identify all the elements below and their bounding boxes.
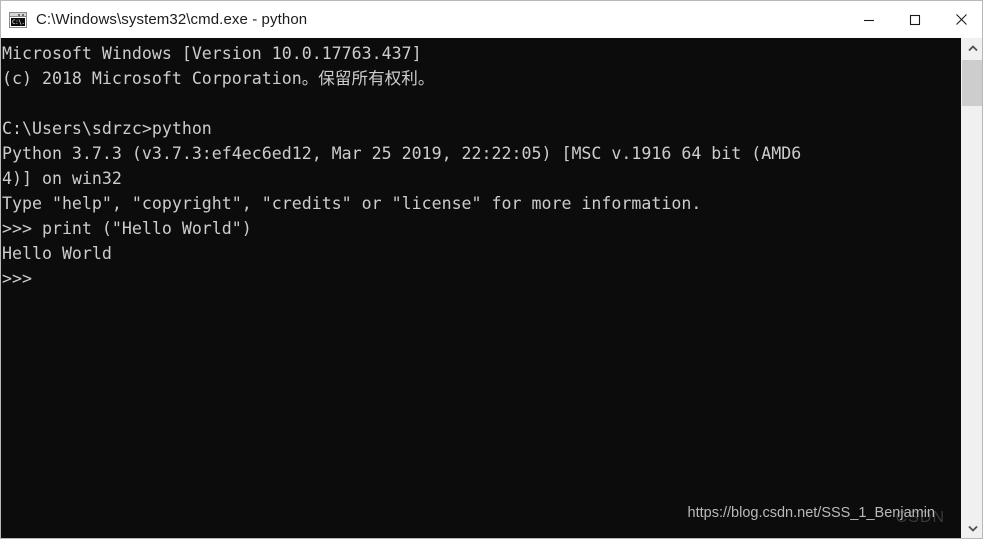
cmd-icon-screen: C:\. (11, 17, 25, 26)
maximize-button[interactable] (892, 1, 938, 38)
title-bar-left: C:\. C:\Windows\system32\cmd.exe - pytho… (1, 11, 846, 28)
scroll-up-button[interactable] (962, 38, 982, 58)
console-line: >>> print ("Hello World") (2, 219, 252, 238)
console-line: Python 3.7.3 (v3.7.3:ef4ec6ed12, Mar 25 … (2, 144, 802, 163)
console-line: >>> (2, 269, 32, 288)
window-controls (846, 1, 982, 38)
console-line: (c) 2018 Microsoft Corporation。保留所有权利。 (2, 69, 435, 88)
console-output-area[interactable]: Microsoft Windows [Version 10.0.17763.43… (1, 38, 963, 538)
scroll-down-button[interactable] (962, 518, 982, 538)
close-button[interactable] (938, 1, 982, 38)
console-line: 4)] on win32 (2, 169, 122, 188)
cmd-window: C:\. C:\Windows\system32\cmd.exe - pytho… (0, 0, 983, 539)
watermark-logo: CSDN (895, 509, 945, 526)
cmd-icon-dot-2 (18, 13, 20, 16)
cmd-icon: C:\. (9, 11, 27, 28)
console-text: Microsoft Windows [Version 10.0.17763.43… (1, 38, 963, 291)
cmd-icon-dot-1 (22, 13, 24, 16)
console-line: Hello World (2, 244, 112, 263)
console-line: Microsoft Windows [Version 10.0.17763.43… (2, 44, 422, 63)
window-title: C:\Windows\system32\cmd.exe - python (36, 11, 308, 28)
console-line: C:\Users\sdrzc>python (2, 119, 212, 138)
scrollbar-thumb[interactable] (962, 60, 982, 106)
minimize-button[interactable] (846, 1, 892, 38)
watermark-url: https://blog.csdn.net/SSS_1_Benjamin (687, 505, 935, 521)
console-line: Type "help", "copyright", "credits" or "… (2, 194, 702, 213)
console-scrollbar[interactable] (961, 38, 982, 538)
title-bar[interactable]: C:\. C:\Windows\system32\cmd.exe - pytho… (1, 1, 982, 38)
